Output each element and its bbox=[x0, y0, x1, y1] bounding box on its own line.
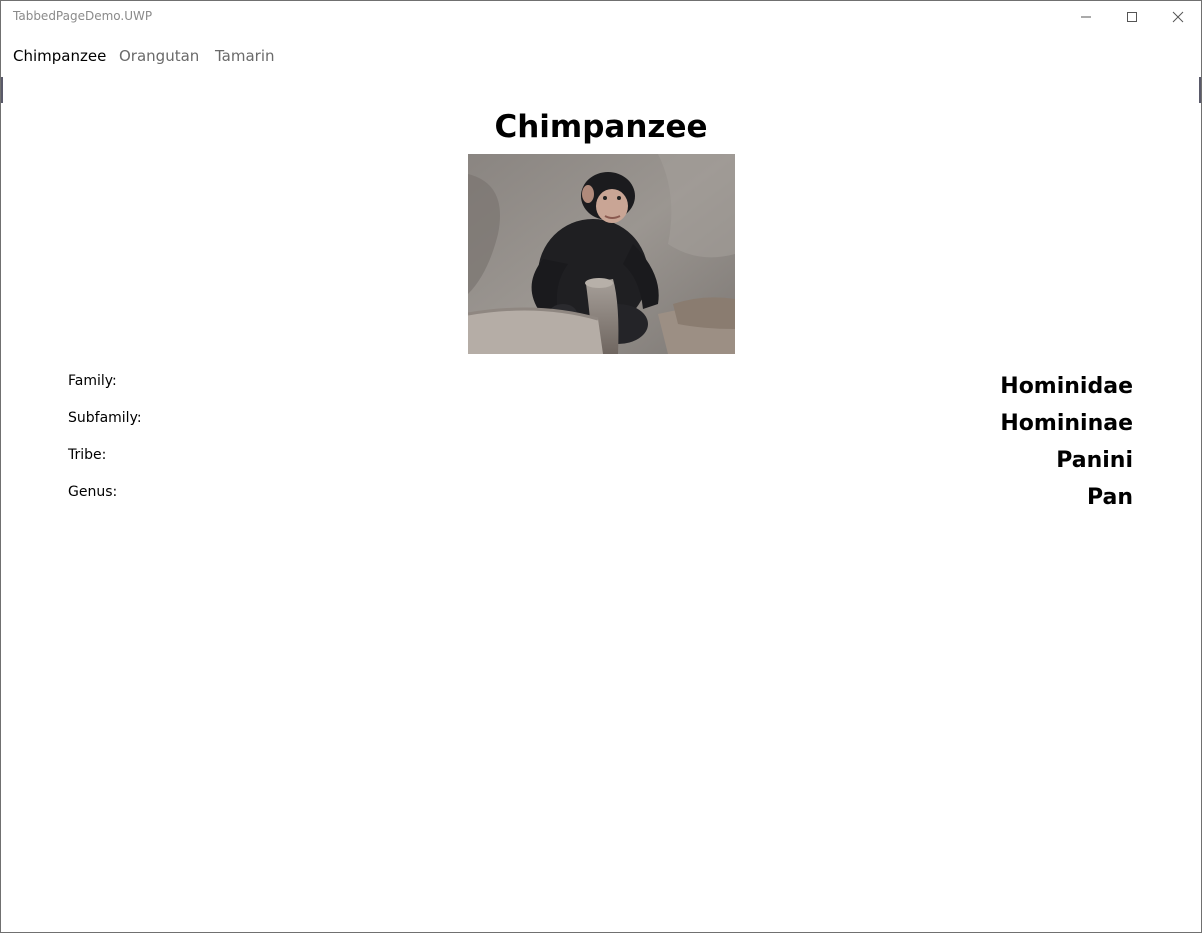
genus-value: Pan bbox=[1086, 485, 1133, 510]
window-title: TabbedPageDemo.UWP bbox=[13, 9, 153, 23]
genus-label: Genus: bbox=[68, 484, 118, 500]
close-button[interactable] bbox=[1155, 1, 1201, 33]
edge-mark bbox=[1199, 77, 1201, 103]
title-bar[interactable]: TabbedPageDemo.UWP bbox=[1, 1, 1201, 33]
subfamily-value: Homininae bbox=[1000, 411, 1133, 436]
tribe-label: Tribe: bbox=[68, 447, 107, 463]
maximize-button[interactable] bbox=[1109, 1, 1155, 33]
family-label: Family: bbox=[68, 373, 117, 389]
tab-chimpanzee[interactable]: Chimpanzee bbox=[13, 47, 106, 65]
maximize-icon bbox=[1127, 12, 1137, 22]
subfamily-label: Subfamily: bbox=[68, 410, 142, 426]
tab-orangutan[interactable]: Orangutan bbox=[119, 47, 199, 65]
close-icon bbox=[1172, 11, 1184, 23]
minimize-button[interactable] bbox=[1063, 1, 1109, 33]
chimpanzee-image bbox=[468, 154, 735, 354]
family-value: Hominidae bbox=[1000, 374, 1133, 399]
page-title: Chimpanzee bbox=[494, 109, 708, 145]
tribe-value: Panini bbox=[1056, 448, 1133, 473]
minimize-icon bbox=[1081, 16, 1091, 18]
edge-mark bbox=[1, 77, 3, 103]
chimpanzee-photo bbox=[468, 154, 735, 354]
tab-tamarin[interactable]: Tamarin bbox=[215, 47, 275, 65]
app-window: TabbedPageDemo.UWP Chimpanzee Orangutan … bbox=[0, 0, 1202, 933]
